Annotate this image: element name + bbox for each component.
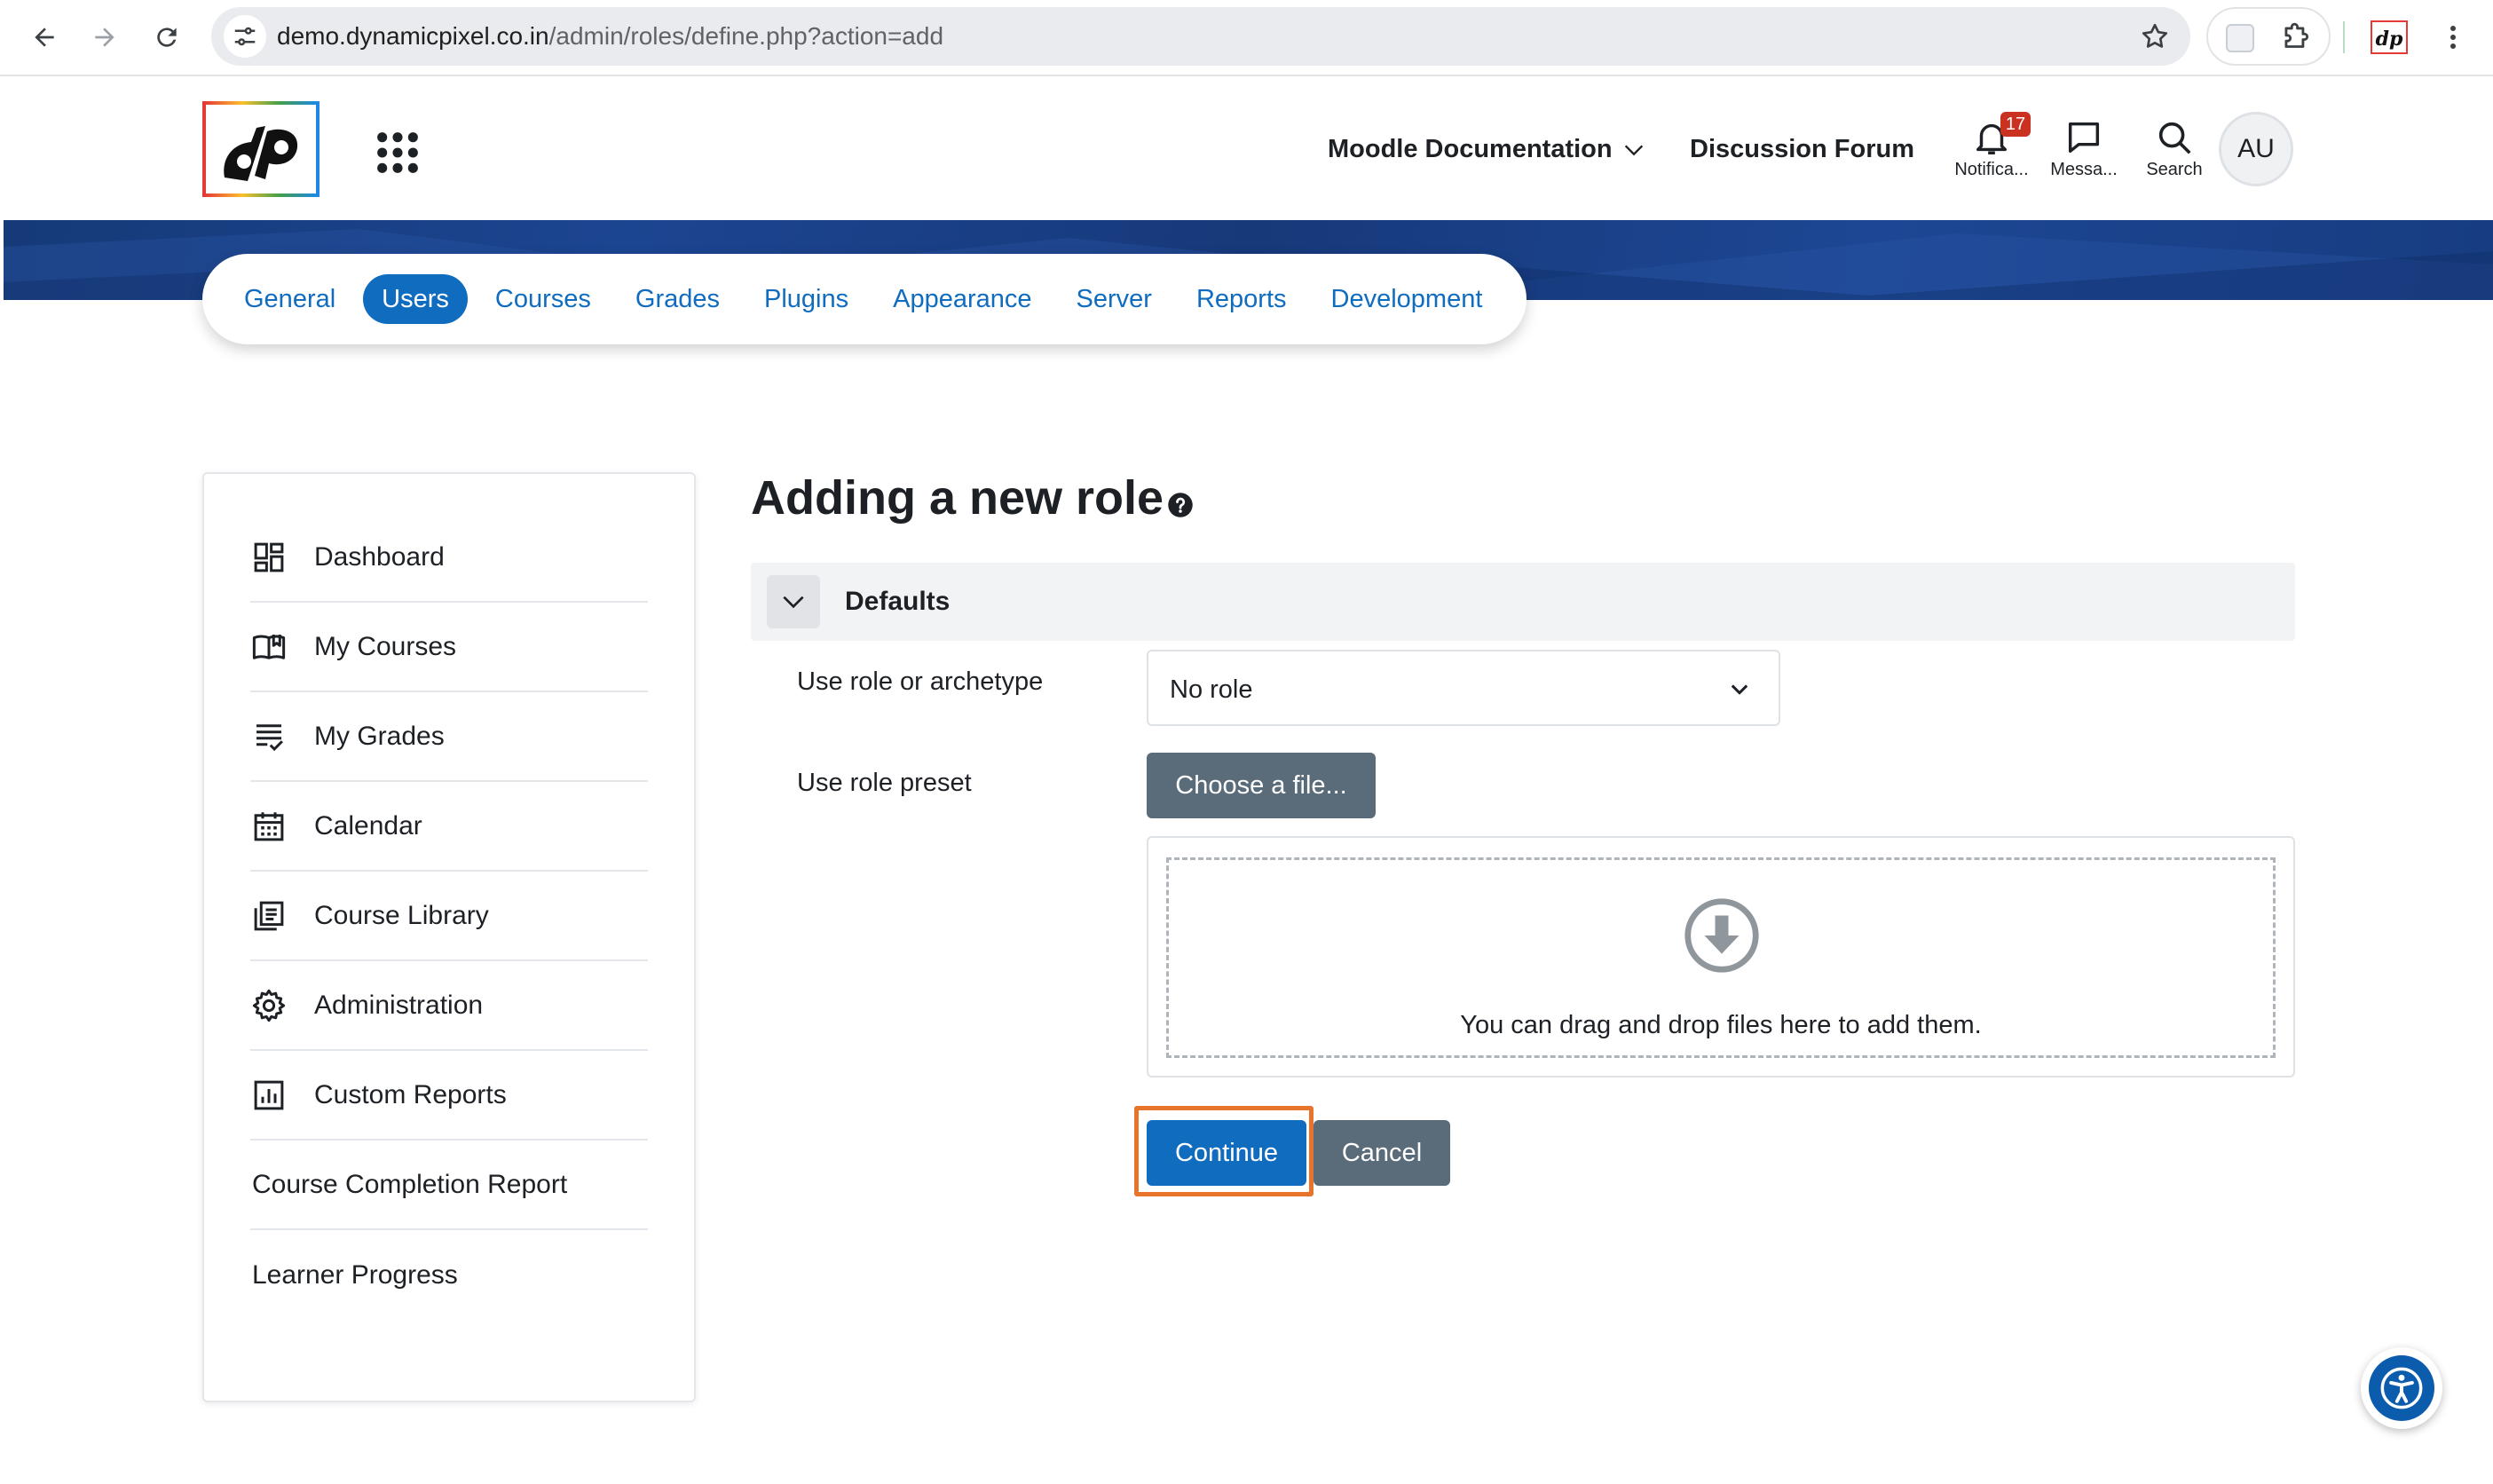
sidebar-item-my-grades[interactable]: My Grades [250,692,648,782]
site-logo[interactable] [202,101,320,197]
archetype-select[interactable]: No role [1147,650,1780,726]
dropzone-area[interactable]: You can drag and drop files here to add … [1166,857,2276,1058]
page-title: Adding a new role [751,470,1194,525]
accessibility-person-icon [2380,1367,2423,1409]
download-arrow-icon [1684,898,1759,973]
sidebar-item-dashboard[interactable]: Dashboard [250,513,648,603]
extensions-area [2206,7,2331,66]
sidebar-item-label: Administration [314,990,484,1020]
preset-label: Use role preset [797,769,972,797]
svg-text:dp: dp [2376,28,2403,51]
admin-tab-bar: General Users Courses Grades Plugins App… [202,254,1527,344]
browser-toolbar: demo.dynamicpixel.co.in/admin/roles/defi… [0,0,2493,76]
chevron-down-icon [783,596,804,609]
gear-icon [252,989,286,1022]
address-bar[interactable]: demo.dynamicpixel.co.in/admin/roles/defi… [211,7,2190,66]
tab-development[interactable]: Development [1309,274,1505,324]
tab-general[interactable]: General [222,274,358,324]
sidebar-item-label: Calendar [314,810,422,841]
cancel-button[interactable]: Cancel [1314,1120,1450,1186]
user-avatar[interactable]: AU [2219,112,2293,186]
moodle-documentation-menu[interactable]: Moodle Documentation [1328,135,1646,164]
url-text: demo.dynamicpixel.co.in/admin/roles/defi… [277,22,944,50]
site-info-icon[interactable] [224,15,266,58]
notifications-caption: Notifica... [1954,160,2029,179]
chevron-down-icon [1731,684,1748,695]
sidebar-item-course-library[interactable]: Course Library [250,872,648,961]
sidebar-item-course-completion-report[interactable]: Course Completion Report [250,1141,648,1230]
search-button[interactable]: Search [2130,117,2219,180]
search-icon [2158,122,2191,154]
chat-bubble-icon [2068,122,2100,154]
grades-icon [256,723,283,751]
sidebar-item-label: Dashboard [314,541,445,572]
profile-logo-icon[interactable]: dp [2370,20,2409,55]
sidebar-item-my-courses[interactable]: My Courses [250,603,648,692]
extension-icon[interactable] [2226,24,2254,52]
chevron-down-icon [1624,145,1643,155]
reload-button[interactable] [146,16,188,59]
tab-plugins[interactable]: Plugins [742,274,871,324]
help-icon[interactable] [1167,492,1194,518]
apps-grid-icon[interactable] [375,130,421,176]
kebab-menu-icon [2450,26,2456,49]
moodle-documentation-label: Moodle Documentation [1328,135,1613,163]
back-button[interactable] [23,16,66,59]
report-chart-icon [254,1080,284,1109]
browser-menu-button[interactable] [2437,16,2469,59]
dashboard-icon [254,542,284,572]
search-caption: Search [2146,160,2203,179]
tab-reports[interactable]: Reports [1174,274,1309,324]
site-header: Moodle Documentation Discussion Forum 17… [0,76,2493,220]
calendar-icon [254,811,284,841]
arrow-left-icon [35,28,54,47]
sidebar-item-label: Custom Reports [314,1079,507,1109]
library-icon [254,901,284,930]
accessibility-button[interactable] [2361,1347,2442,1429]
discussion-forum-label: Discussion Forum [1690,135,1914,163]
sidebar-item-calendar[interactable]: Calendar [250,782,648,872]
sidebar-item-label: My Courses [314,631,457,661]
discussion-forum-link[interactable]: Discussion Forum [1690,135,1914,164]
toolbar-divider [2343,21,2345,53]
tab-users[interactable]: Users [363,274,468,324]
puzzle-icon[interactable] [2279,21,2313,55]
dp-logo-icon [224,126,298,181]
tab-grades[interactable]: Grades [613,274,742,324]
sidebar-item-learner-progress[interactable]: Learner Progress [250,1230,648,1320]
sidebar-item-label: Course Completion Report [252,1169,568,1199]
bookmark-star-icon[interactable] [2139,20,2171,52]
messages-caption: Messa... [2050,160,2118,179]
page-title-text: Adding a new role [751,471,1164,525]
archetype-selected-value: No role [1170,675,1253,704]
section-title: Defaults [845,587,951,616]
sidebar-item-custom-reports[interactable]: Custom Reports [250,1051,648,1141]
notifications-button[interactable]: 17 Notifica... [1947,112,2036,180]
reload-icon [157,28,177,47]
tab-appearance[interactable]: Appearance [871,274,1053,324]
continue-button[interactable]: Continue [1147,1120,1306,1186]
notification-count-badge: 17 [2000,112,2031,137]
sidebar-item-label: Course Library [314,900,489,930]
forward-button[interactable] [83,16,126,59]
sidebar-item-label: Learner Progress [252,1259,458,1290]
archetype-label: Use role or archetype [797,667,1044,696]
accessibility-button-inner [2369,1355,2434,1421]
arrow-right-icon [95,28,114,47]
dropzone-text: You can drag and drop files here to add … [1460,1011,1982,1039]
tab-server[interactable]: Server [1054,274,1174,324]
sidebar-item-label: My Grades [314,721,445,751]
navigation-drawer: Dashboard My Courses My Grades Calendar … [202,472,696,1402]
sidebar-item-administration[interactable]: Administration [250,961,648,1051]
collapse-section-button[interactable] [767,575,820,628]
messages-button[interactable]: Messa... [2039,117,2128,180]
tab-courses[interactable]: Courses [473,274,613,324]
book-icon [252,634,286,659]
file-dropzone[interactable]: You can drag and drop files here to add … [1147,836,2295,1077]
defaults-section-header[interactable]: Defaults [751,563,2295,641]
choose-file-button[interactable]: Choose a file... [1147,753,1376,818]
